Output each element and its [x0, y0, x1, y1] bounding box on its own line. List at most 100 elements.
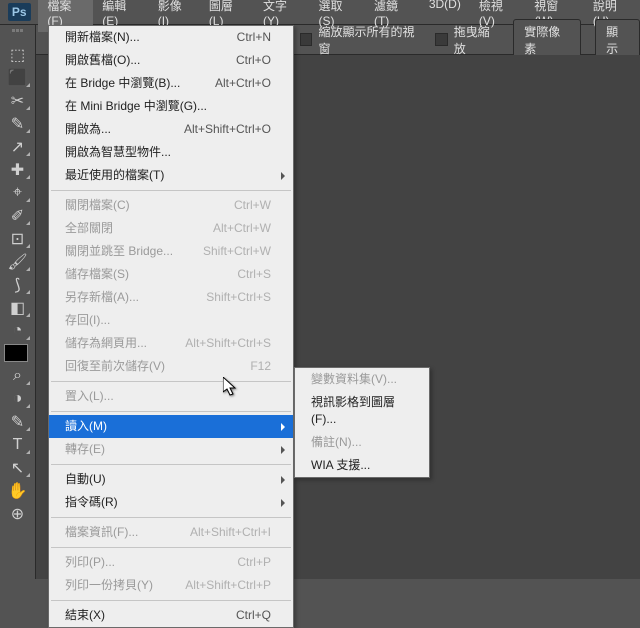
menu-separator: [51, 464, 291, 465]
menu-item-label: 儲存檔案(S): [65, 266, 129, 283]
menu-item[interactable]: WIA 支援...: [295, 454, 429, 477]
color-swatch[interactable]: [4, 344, 28, 362]
menu-item-label: 開啟舊檔(O)...: [65, 52, 140, 69]
menu-item-shortcut: Alt+Ctrl+O: [215, 75, 271, 92]
tool-button[interactable]: ✂: [4, 89, 32, 112]
menu-item: 關閉並跳至 Bridge...Shift+Ctrl+W: [49, 240, 293, 263]
menu-item[interactable]: 在 Bridge 中瀏覽(B)... Alt+Ctrl+O: [49, 72, 293, 95]
tool-button[interactable]: ⟆: [4, 273, 32, 296]
menu-item: 回復至前次儲存(V) F12: [49, 355, 293, 378]
menu-item-shortcut: Alt+Shift+Ctrl+I: [190, 524, 271, 541]
tool-button[interactable]: ✎: [4, 112, 32, 135]
menu-item[interactable]: 開啟舊檔(O)... Ctrl+O: [49, 49, 293, 72]
tool-button[interactable]: ✐: [4, 204, 32, 227]
tool-button[interactable]: ⬛: [4, 66, 32, 89]
toolbox-handle[interactable]: [3, 29, 33, 37]
menu-item-label: 在 Bridge 中瀏覽(B)...: [65, 75, 180, 92]
menu-item: 變數資料集(V)...: [295, 368, 429, 391]
zoom-all-windows-label: 縮放顯示所有的視窗: [318, 23, 421, 57]
menu-item-label: 回復至前次儲存(V): [65, 358, 165, 375]
menu-item[interactable]: 開啟為... Alt+Shift+Ctrl+O: [49, 118, 293, 141]
ps-logo: Ps: [0, 0, 38, 25]
tool-button[interactable]: ◑: [4, 387, 32, 410]
menu-item-shortcut: Alt+Shift+Ctrl+O: [184, 121, 271, 138]
menu-item-shortcut: Shift+Ctrl+S: [206, 289, 271, 306]
menu-item: 列印(P)...Ctrl+P: [49, 551, 293, 574]
menu-item: 檔案資訊(F)... Alt+Shift+Ctrl+I: [49, 521, 293, 544]
menu-separator: [51, 411, 291, 412]
menu-item-shortcut: Ctrl+W: [234, 197, 271, 214]
menu-separator: [51, 190, 291, 191]
menu-item-label: 備註(N)...: [311, 434, 362, 451]
menu-item[interactable]: 視訊影格到圖層(F)...: [295, 391, 429, 431]
tool-button[interactable]: ↗: [4, 135, 32, 158]
menu-item-label: 轉存(E): [65, 441, 105, 458]
tool-button[interactable]: ✚: [4, 158, 32, 181]
tool-button[interactable]: ✋: [4, 479, 32, 502]
menu-item: 存回(I)...: [49, 309, 293, 332]
tool-button[interactable]: T: [4, 433, 32, 456]
tool-button[interactable]: ⬚: [4, 43, 32, 66]
menu-item-label: 關閉並跳至 Bridge...: [65, 243, 173, 260]
menu-item: 儲存檔案(S) Ctrl+S: [49, 263, 293, 286]
tool-button[interactable]: ⌕: [4, 364, 32, 387]
menu-item-label: 儲存為網頁用...: [65, 335, 147, 352]
menu-item-label: 指令碼(R): [65, 494, 118, 511]
menu-item: 列印一份拷貝(Y) Alt+Shift+Ctrl+P: [49, 574, 293, 597]
menu-item[interactable]: 讀入(M): [49, 415, 293, 438]
menu-item-label: 自動(U): [65, 471, 106, 488]
menu-item-shortcut: Ctrl+P: [237, 554, 271, 571]
scrubby-zoom-label: 拖曳縮放: [454, 23, 500, 57]
menu-item-shortcut: Alt+Shift+Ctrl+P: [185, 577, 271, 594]
menu-item: 另存新檔(A)... Shift+Ctrl+S: [49, 286, 293, 309]
menu-item-label: 視訊影格到圖層(F)...: [311, 394, 407, 428]
menu-item[interactable]: 在 Mini Bridge 中瀏覽(G)...: [49, 95, 293, 118]
tool-button[interactable]: ◧: [4, 296, 32, 319]
checkbox-icon: [435, 33, 447, 46]
menu-item-label: WIA 支援...: [311, 457, 370, 474]
menu-item-label: 開啟為...: [65, 121, 111, 138]
menu-item-label: 開新檔案(N)...: [65, 29, 140, 46]
menu-item: 全部關閉 Alt+Ctrl+W: [49, 217, 293, 240]
menu-item-label: 檔案資訊(F)...: [65, 524, 138, 541]
tool-button[interactable]: ⊡: [4, 227, 32, 250]
zoom-all-windows-checkbox[interactable]: 縮放顯示所有的視窗: [300, 23, 421, 57]
tool-button[interactable]: ✎: [4, 410, 32, 433]
menu-item-label: 關閉檔案(C): [65, 197, 130, 214]
tool-button[interactable]: ◔: [4, 319, 32, 342]
tool-button[interactable]: 🖌: [4, 250, 32, 273]
menu-item-label: 存回(I)...: [65, 312, 110, 329]
menu-item-label: 變數資料集(V)...: [311, 371, 397, 388]
menu-separator: [51, 547, 291, 548]
menu-separator: [51, 517, 291, 518]
menu-item[interactable]: 指令碼(R): [49, 491, 293, 514]
file-menu-dropdown: 開新檔案(N)...Ctrl+N 開啟舊檔(O)... Ctrl+O 在 Bridge…: [48, 25, 294, 628]
menu-item-label: 置入(L)...: [65, 388, 114, 405]
tool-button[interactable]: ⊕: [4, 502, 32, 525]
menu-item-shortcut: F12: [250, 358, 271, 375]
menu-item-label: 讀入(M): [65, 418, 107, 435]
menu-item: 置入(L)...: [49, 385, 293, 408]
tool-button[interactable]: ↖: [4, 456, 32, 479]
menu-item[interactable]: 最近使用的檔案(T): [49, 164, 293, 187]
menu-item-label: 另存新檔(A)...: [65, 289, 139, 306]
menu-item-shortcut: Ctrl+S: [237, 266, 271, 283]
menu-item-label: 全部關閉: [65, 220, 113, 237]
menu-item[interactable]: 結束(X)Ctrl+Q: [49, 604, 293, 627]
menu-item-label: 列印一份拷貝(Y): [65, 577, 153, 594]
menu-item[interactable]: 開啟為智慧型物件...: [49, 141, 293, 164]
import-submenu: 變數資料集(V)... 視訊影格到圖層(F)... 備註(N)... WIA 支援..…: [294, 367, 430, 478]
menu-item[interactable]: 開新檔案(N)...Ctrl+N: [49, 26, 293, 49]
menu-item: 轉存(E): [49, 438, 293, 461]
menu-item: 關閉檔案(C) Ctrl+W: [49, 194, 293, 217]
menu-item-shortcut: Alt+Ctrl+W: [213, 220, 271, 237]
menu-separator: [51, 381, 291, 382]
menu-item: 備註(N)...: [295, 431, 429, 454]
menu-item-shortcut: Alt+Shift+Ctrl+S: [185, 335, 271, 352]
menu-item[interactable]: 自動(U): [49, 468, 293, 491]
tool-button[interactable]: ⌖: [4, 181, 32, 204]
menu-item: 儲存為網頁用... Alt+Shift+Ctrl+S: [49, 332, 293, 355]
scrubby-zoom-checkbox[interactable]: 拖曳縮放: [435, 23, 499, 57]
menu-item-shortcut: Ctrl+O: [236, 52, 271, 69]
menu-separator: [51, 600, 291, 601]
